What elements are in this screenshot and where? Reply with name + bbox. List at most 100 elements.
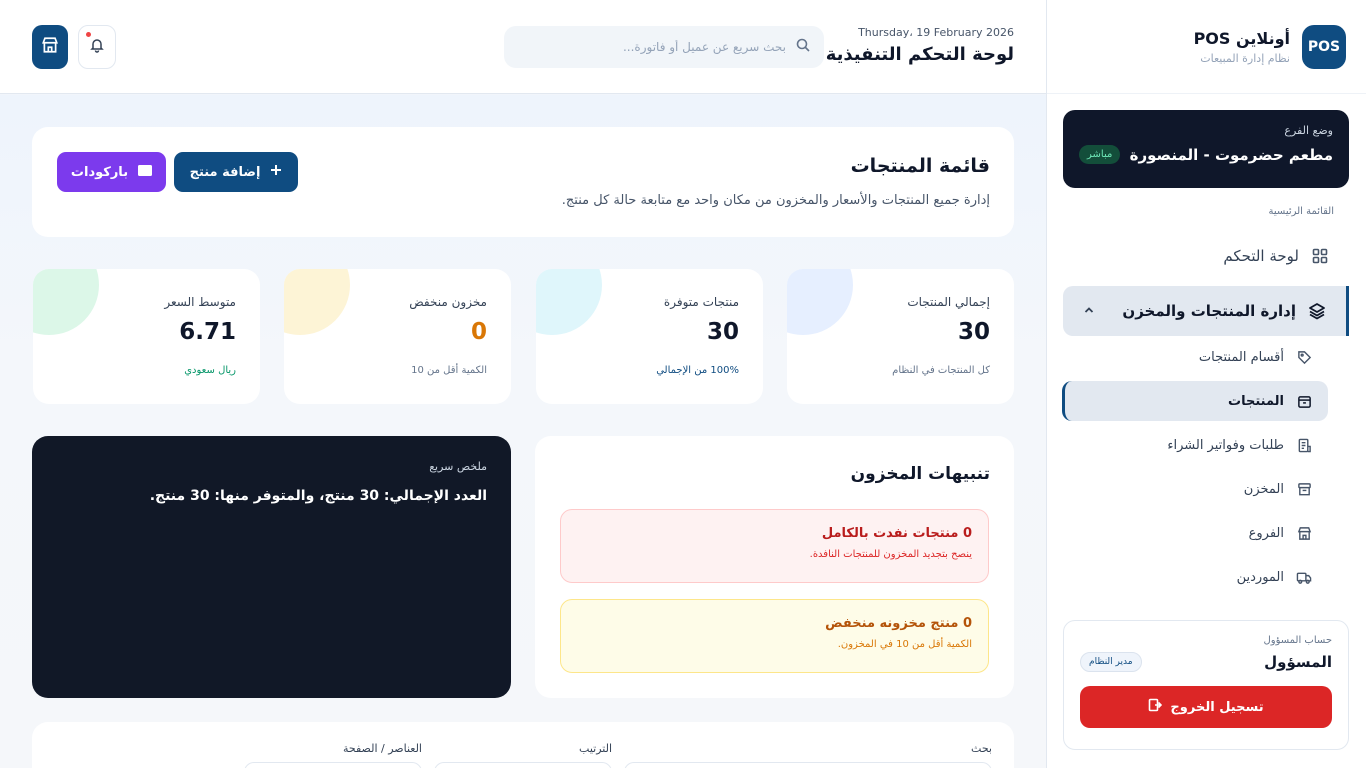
stat-note: كل المنتجات في النظام xyxy=(892,365,990,376)
topbar: Thursday، 19 February 2026 لوحة التحكم ا… xyxy=(0,0,1046,94)
filter-per-page-label: العناصر / الصفحة xyxy=(342,742,422,755)
logout-button[interactable]: تسجيل الخروج xyxy=(1080,686,1332,728)
brand-name: أونلاين POS xyxy=(1193,28,1290,48)
layers-icon xyxy=(1308,302,1326,320)
barcode-icon xyxy=(138,164,153,180)
out-of-stock-alert: 0 منتجات نفدت بالكامل ينصح بتجديد المخزو… xyxy=(560,509,989,583)
live-badge: مباشر xyxy=(1079,145,1121,164)
stat-note: 100% من الإجمالي xyxy=(656,365,739,376)
stat-value: 30 xyxy=(706,319,739,345)
menu-section-label: القائمة الرئيسية xyxy=(1268,206,1334,217)
stat-blob xyxy=(536,269,602,335)
filter-sort-select[interactable] xyxy=(434,762,612,768)
sidebar: POS أونلاين POS نظام إدارة المبيعات وضع … xyxy=(1046,0,1366,768)
stock-alerts-title: تنبيهات المخزون xyxy=(850,464,990,484)
tag-icon xyxy=(1296,349,1312,365)
summary-text: العدد الإجمالي: 30 منتج، والمتوفر منها: … xyxy=(149,488,487,504)
stat-value: 30 xyxy=(957,319,990,345)
sidebar-item-products[interactable]: المنتجات xyxy=(1062,381,1328,421)
receipt-icon xyxy=(1296,437,1312,453)
branch-name: مطعم حضرموت - المنصورة xyxy=(1129,145,1333,164)
alert-subtitle: ينصح بتجديد المخزون للمنتجات النافدة. xyxy=(809,549,972,560)
summary-label: ملخص سريع xyxy=(429,460,487,473)
stat-value: 6.71 xyxy=(179,319,236,345)
products-title: قائمة المنتجات xyxy=(850,155,990,177)
store-icon xyxy=(1296,525,1312,541)
sidebar-item-label: لوحة التحكم xyxy=(1223,247,1299,265)
stat-average-price: متوسط السعر 6.71 ريال سعودي xyxy=(33,269,260,404)
add-product-button[interactable]: إضافة منتج xyxy=(174,152,298,192)
sidebar-item-label: أقسام المنتجات xyxy=(1198,349,1284,365)
account-name: المسؤول xyxy=(1264,653,1332,671)
sidebar-item-label: الفروع xyxy=(1248,525,1284,541)
filter-sort-label: الترتيب xyxy=(579,742,612,755)
page-title: لوحة التحكم التنفيذية xyxy=(825,44,1014,65)
search-input[interactable] xyxy=(526,40,786,54)
add-product-label: إضافة منتج xyxy=(189,164,261,180)
barcodes-button[interactable]: باركودات xyxy=(57,152,166,192)
search-icon xyxy=(796,38,810,56)
notification-dot xyxy=(86,32,91,37)
stock-alerts-card: تنبيهات المخزون 0 منتجات نفدت بالكامل ين… xyxy=(535,436,1014,698)
low-stock-alert: 0 منتج مخزونه منخفض الكمية أقل من 10 في … xyxy=(560,599,989,673)
brand-subtitle: نظام إدارة المبيعات xyxy=(1200,51,1290,65)
stat-note: ريال سعودي xyxy=(184,365,236,376)
account-card: حساب المسؤول المسؤول مدير النظام تسجيل ا… xyxy=(1063,620,1349,750)
quick-search[interactable] xyxy=(504,26,824,68)
alert-title: 0 منتج مخزونه منخفض xyxy=(825,616,972,631)
sidebar-group-products-stock[interactable]: إدارة المنتجات والمخزن xyxy=(1063,286,1349,336)
branch-label: وضع الفرع xyxy=(1284,124,1333,137)
stat-label: إجمالي المنتجات xyxy=(907,295,990,309)
stat-note: الكمية أقل من 10 xyxy=(411,365,487,376)
sidebar-item-label: الموردين xyxy=(1236,569,1284,585)
role-badge: مدير النظام xyxy=(1080,652,1142,672)
filter-per-page-select[interactable] xyxy=(244,762,422,768)
branch-card[interactable]: وضع الفرع مطعم حضرموت - المنصورة مباشر xyxy=(1063,110,1349,188)
store-button[interactable] xyxy=(32,25,68,69)
sidebar-item-suppliers[interactable]: الموردين xyxy=(1062,557,1328,597)
products-header-card: قائمة المنتجات إدارة جميع المنتجات والأس… xyxy=(32,127,1014,237)
filters-card: بحث الترتيب العناصر / الصفحة xyxy=(32,722,1014,768)
alert-title: 0 منتجات نفدت بالكامل xyxy=(821,526,972,541)
brand: POS أونلاين POS نظام إدارة المبيعات xyxy=(1047,0,1366,94)
stat-value: 0 xyxy=(470,319,487,345)
sidebar-item-label: المخزن xyxy=(1243,481,1284,497)
stat-label: منتجات متوفرة xyxy=(663,295,739,309)
products-description: إدارة جميع المنتجات والأسعار والمخزون من… xyxy=(561,193,990,208)
sidebar-item-dashboard[interactable]: لوحة التحكم xyxy=(1063,234,1349,278)
box-icon xyxy=(1296,393,1312,409)
main-content: قائمة المنتجات إدارة جميع المنتجات والأس… xyxy=(0,95,1046,768)
logout-icon xyxy=(1148,698,1163,716)
stat-blob xyxy=(33,269,99,335)
brand-logo: POS xyxy=(1302,24,1346,69)
sidebar-item-categories[interactable]: أقسام المنتجات xyxy=(1062,337,1328,377)
sidebar-item-label: طلبات وفواتير الشراء xyxy=(1167,437,1284,453)
sidebar-item-purchase-orders[interactable]: طلبات وفواتير الشراء xyxy=(1062,425,1328,465)
store-icon xyxy=(41,36,59,58)
stat-label: مخزون منخفض xyxy=(409,295,487,309)
notifications-button[interactable] xyxy=(78,25,116,69)
barcodes-label: باركودات xyxy=(70,164,129,180)
page-date: Thursday، 19 February 2026 xyxy=(858,26,1014,39)
quick-summary-card: ملخص سريع العدد الإجمالي: 30 منتج، والمت… xyxy=(32,436,511,698)
bell-icon xyxy=(89,37,105,57)
logout-label: تسجيل الخروج xyxy=(1170,699,1264,715)
stat-total-products: إجمالي المنتجات 30 كل المنتجات في النظام xyxy=(787,269,1014,404)
sidebar-item-stock[interactable]: المخزن xyxy=(1062,469,1328,509)
stat-blob xyxy=(787,269,853,335)
filter-search-input[interactable] xyxy=(624,762,992,768)
grid-icon xyxy=(1311,247,1329,265)
stat-available-products: منتجات متوفرة 30 100% من الإجمالي xyxy=(536,269,763,404)
stat-low-stock: مخزون منخفض 0 الكمية أقل من 10 xyxy=(284,269,511,404)
plus-icon xyxy=(270,164,282,180)
alert-subtitle: الكمية أقل من 10 في المخزون. xyxy=(837,639,972,650)
sidebar-group-label: إدارة المنتجات والمخزن xyxy=(1122,302,1296,320)
stat-blob xyxy=(284,269,350,335)
chevron-up-icon xyxy=(1083,304,1095,319)
stat-label: متوسط السعر xyxy=(164,295,236,309)
account-label: حساب المسؤول xyxy=(1263,635,1332,646)
filter-search-label: بحث xyxy=(971,742,992,755)
archive-icon xyxy=(1296,481,1312,497)
sidebar-item-branches[interactable]: الفروع xyxy=(1062,513,1328,553)
sidebar-item-label: المنتجات xyxy=(1228,393,1284,409)
